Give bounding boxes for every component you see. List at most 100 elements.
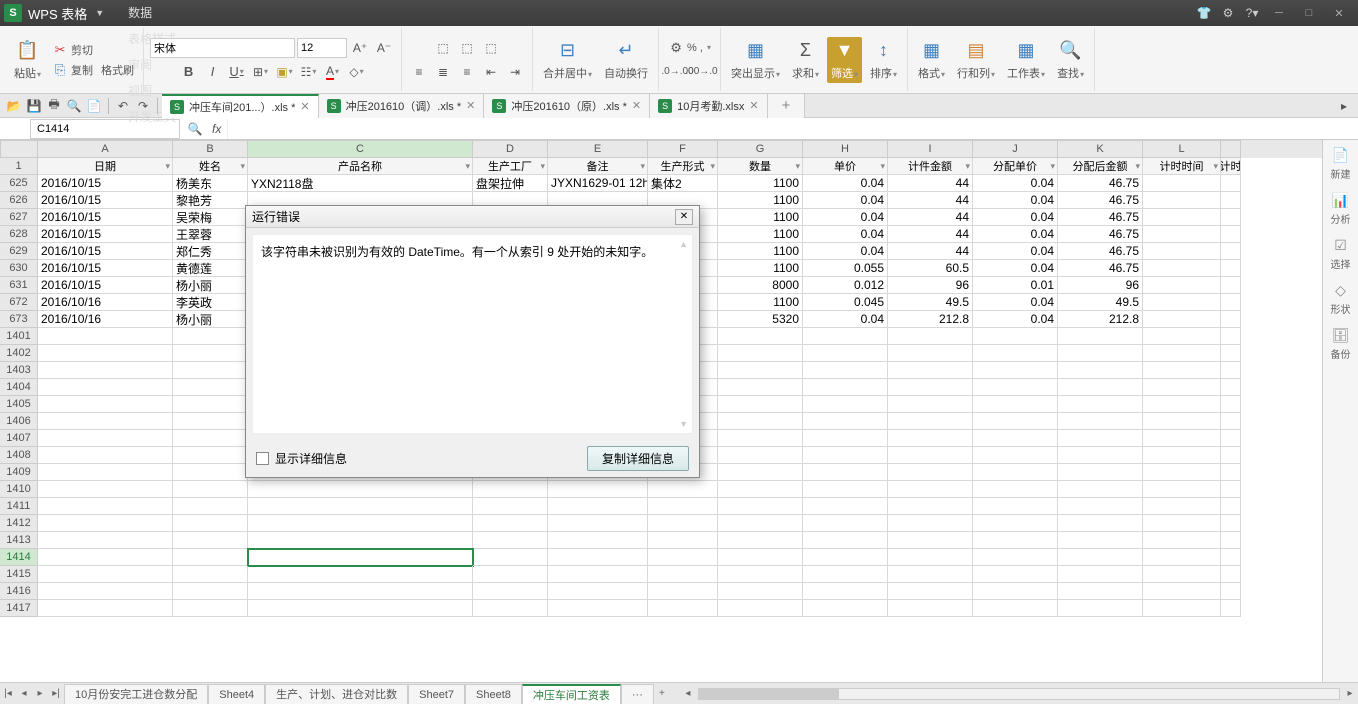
name-box[interactable]: C1414 [30,119,180,139]
cell[interactable] [888,515,973,532]
cell[interactable] [1221,294,1241,311]
cell[interactable] [1058,328,1143,345]
format-painter-button[interactable]: 格式刷 [98,60,137,80]
cell[interactable] [973,430,1058,447]
row-header[interactable]: 1415 [0,566,38,583]
cell[interactable] [1143,413,1221,430]
cell[interactable] [1221,311,1241,328]
cell[interactable] [718,515,803,532]
row-header[interactable]: 1412 [0,515,38,532]
filter-icon[interactable]: ▾ [165,161,170,172]
cell[interactable] [173,515,248,532]
filter-icon[interactable]: ▾ [710,161,715,172]
spreadsheet-area[interactable]: ABCDEFGHIJKL1日期▾姓名▾产品名称▾生产工厂▾备注▾生产形式▾数量▾… [0,140,1322,682]
cell[interactable] [173,345,248,362]
row-header[interactable]: 1413 [0,532,38,549]
cell[interactable] [548,600,648,617]
cell[interactable]: 黄德莲 [173,260,248,277]
cell[interactable] [803,600,888,617]
col-header-J[interactable]: J [973,140,1058,158]
cell[interactable] [1221,481,1241,498]
cell[interactable] [248,566,473,583]
cell[interactable]: 0.04 [973,226,1058,243]
cell[interactable]: 44 [888,226,973,243]
cell[interactable]: 杨小丽 [173,311,248,328]
row-col-button[interactable]: ▤行和列▾ [953,37,999,83]
cell[interactable] [888,498,973,515]
cell[interactable] [1143,328,1221,345]
col-header-E[interactable]: E [548,140,648,158]
cell[interactable] [173,566,248,583]
restore-button[interactable]: □ [1294,7,1324,19]
cell[interactable] [803,379,888,396]
cell[interactable] [473,532,548,549]
cell[interactable] [1221,260,1241,277]
sheet-tab-2[interactable]: 生产、计划、进仓对比数 [265,684,408,704]
cell[interactable] [248,498,473,515]
indent-inc-button[interactable]: ⇥ [504,62,526,82]
filter-icon[interactable]: ▾ [1213,161,1218,172]
cell[interactable] [1058,362,1143,379]
cell[interactable]: 8000 [718,277,803,294]
row-header[interactable]: 1404 [0,379,38,396]
cell[interactable] [1221,549,1241,566]
app-menu-arrow[interactable]: ▼ [95,8,104,18]
filter-icon[interactable]: ▾ [1050,161,1055,172]
cell[interactable] [888,362,973,379]
row-header[interactable]: 1414 [0,549,38,566]
filter-button[interactable]: ▼筛选▾ [827,37,862,83]
cell[interactable] [803,549,888,566]
row-header[interactable]: 627 [0,209,38,226]
cell[interactable] [173,396,248,413]
header-cell-G[interactable]: 数量▾ [718,158,803,175]
cell[interactable]: 49.5 [888,294,973,311]
cell[interactable] [1221,600,1241,617]
cell[interactable] [718,328,803,345]
col-header-G[interactable]: G [718,140,803,158]
save-button[interactable]: 💾 [24,96,44,116]
cell[interactable]: 60.5 [888,260,973,277]
cell[interactable] [888,328,973,345]
cell[interactable] [1058,379,1143,396]
sheet-tab-0[interactable]: 10月份安完工进仓数分配 [64,684,208,704]
col-header-L[interactable]: L [1143,140,1221,158]
header-cell-F[interactable]: 生产形式▾ [648,158,718,175]
add-sheet-button[interactable]: + [654,688,670,699]
cell[interactable] [1058,583,1143,600]
redo-button[interactable]: ↷ [133,96,153,116]
cell[interactable] [973,413,1058,430]
cell[interactable] [473,600,548,617]
close-icon[interactable]: ✕ [632,99,641,112]
row-header[interactable]: 672 [0,294,38,311]
cell[interactable] [473,481,548,498]
sheet-nav-last[interactable]: ▸| [48,688,64,699]
cell[interactable]: 49.5 [1058,294,1143,311]
font-name-select[interactable] [150,38,295,58]
cell[interactable] [1058,447,1143,464]
cell[interactable] [473,549,548,566]
row-header[interactable]: 1407 [0,430,38,447]
cell[interactable]: 46.75 [1058,175,1143,192]
filter-icon[interactable]: ▾ [240,161,245,172]
cell[interactable] [1143,464,1221,481]
cell[interactable]: 0.04 [803,243,888,260]
namebox-search-icon[interactable]: 🔍 [184,122,206,136]
close-button[interactable]: ✕ [1324,7,1354,20]
skin-icon[interactable]: 👕 [1192,6,1216,20]
cell[interactable] [548,549,648,566]
cell[interactable] [973,464,1058,481]
cell[interactable]: 0.055 [803,260,888,277]
cell[interactable] [1221,447,1241,464]
cell[interactable] [888,379,973,396]
cut-button[interactable]: ✂剪切 [49,40,137,60]
cell[interactable] [718,498,803,515]
cell[interactable] [1058,430,1143,447]
open-button[interactable]: 📂 [4,96,24,116]
cell[interactable] [38,464,173,481]
cell[interactable] [1221,464,1241,481]
cell[interactable] [1143,515,1221,532]
cell[interactable]: 1100 [718,294,803,311]
cell[interactable] [803,515,888,532]
cell[interactable]: 1100 [718,175,803,192]
cell[interactable] [718,464,803,481]
